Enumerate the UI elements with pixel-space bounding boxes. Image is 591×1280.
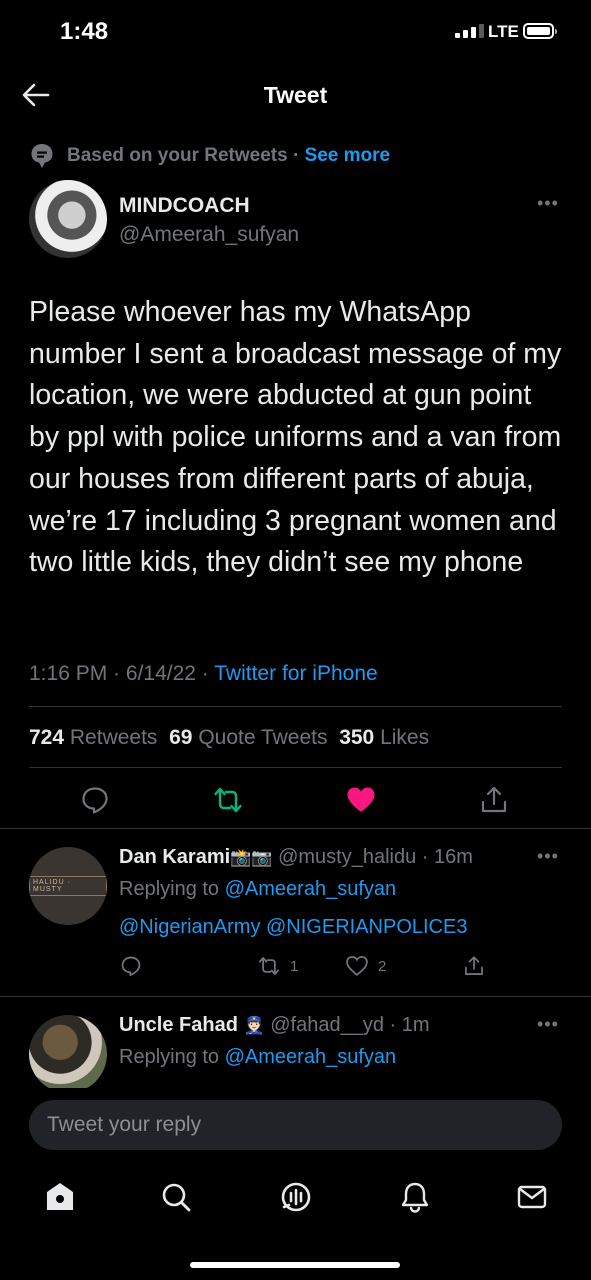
retweet-icon [258, 957, 280, 975]
reply-retweet-count: 1 [290, 957, 299, 975]
reply-avatar[interactable] [29, 1015, 107, 1093]
share-icon [465, 956, 483, 975]
reply-retweet-button[interactable]: 1 [258, 955, 298, 977]
reply-reply-button[interactable] [120, 955, 142, 977]
home-indicator[interactable] [190, 1262, 400, 1268]
tweet-source-link[interactable]: Twitter for iPhone [214, 662, 377, 685]
replying-to: Replying to @Ameerah_sufyan [119, 1046, 397, 1068]
reply-author-handle[interactable]: @musty_halidu [278, 846, 416, 868]
reply-header: Uncle Fahad 👮🏻 @fahad__yd · 1m [119, 1014, 430, 1036]
spaces-icon[interactable] [279, 1180, 313, 1214]
reply-input[interactable] [29, 1100, 562, 1150]
share-icon[interactable] [479, 785, 509, 815]
messages-icon[interactable] [515, 1180, 549, 1214]
search-icon[interactable] [159, 1180, 193, 1214]
reply-author-emoji: 👮🏻 [243, 1016, 265, 1035]
reply-text[interactable]: @NigerianArmy @NIGERIANPOLICE3 [119, 916, 467, 939]
home-icon[interactable] [43, 1180, 77, 1214]
reply-icon [121, 956, 141, 977]
network-label: LTE [488, 22, 519, 41]
replying-to-link[interactable]: @Ameerah_sufyan [225, 878, 397, 900]
tweet-date: 6/14/22 [125, 662, 196, 685]
reply-age: 16m [434, 846, 473, 868]
reply-author-handle[interactable]: @fahad__yd [270, 1014, 384, 1036]
page-title: Tweet [263, 82, 328, 108]
divider [29, 706, 562, 707]
reply-author-emoji: 📸📷 [230, 848, 273, 867]
replying-to-link[interactable]: @Ameerah_sufyan [225, 1046, 397, 1068]
reply-author-name[interactable]: Uncle Fahad [119, 1014, 238, 1036]
heart-outline-icon [346, 955, 368, 976]
social-context-label: Based on your Retweets [67, 145, 288, 166]
reply-like-count: 2 [378, 957, 387, 975]
reply-avatar[interactable]: HALIDU · MUSTY [29, 847, 107, 925]
notifications-icon[interactable] [398, 1180, 432, 1214]
see-more-link[interactable]: See more [305, 145, 391, 166]
likes-stat[interactable]: 350 Likes [339, 726, 429, 749]
signal-icon [455, 24, 484, 38]
status-time: 1:48 [60, 18, 109, 45]
more-options-icon[interactable]: ••• [537, 193, 559, 214]
reply-like-button[interactable]: 2 [346, 955, 386, 977]
quote-tweets-stat[interactable]: 69 Quote Tweets [169, 726, 327, 749]
reply-age: 1m [401, 1014, 430, 1036]
context-pin-icon [31, 144, 53, 168]
divider [0, 828, 591, 829]
retweet-icon[interactable] [213, 785, 243, 815]
tweet-meta: 1:16 PM · 6/14/22 · Twitter for iPhone [29, 662, 378, 685]
reply-icon[interactable] [80, 785, 110, 815]
like-heart-icon[interactable] [346, 785, 376, 815]
reply-author-name[interactable]: Dan Karami [119, 846, 230, 868]
reply-more-icon[interactable]: ••• [537, 1014, 559, 1035]
author-name[interactable]: MINDCOACH [119, 194, 250, 218]
replying-to: Replying to @Ameerah_sufyan [119, 878, 397, 900]
reply-more-icon[interactable]: ••• [537, 846, 559, 867]
author-avatar[interactable] [29, 180, 107, 258]
reply-share-button[interactable] [463, 955, 485, 977]
divider [29, 767, 562, 768]
tweet-stats: 724 Retweets 69 Quote Tweets 350 Likes [29, 726, 429, 750]
avatar-logo-text: HALIDU · MUSTY [29, 876, 107, 896]
battery-icon [523, 23, 557, 39]
social-context-separator: · [292, 145, 300, 166]
retweets-stat[interactable]: 724 Retweets [29, 726, 157, 749]
author-handle[interactable]: @Ameerah_sufyan [119, 223, 299, 247]
social-context: Based on your Retweets · See more [67, 145, 390, 167]
reply-header: Dan Karami📸📷 @musty_halidu · 16m [119, 846, 473, 868]
divider [0, 996, 591, 997]
tweet-time: 1:16 PM [29, 662, 108, 685]
tweet-text: Please whoever has my WhatsApp number I … [29, 296, 562, 579]
